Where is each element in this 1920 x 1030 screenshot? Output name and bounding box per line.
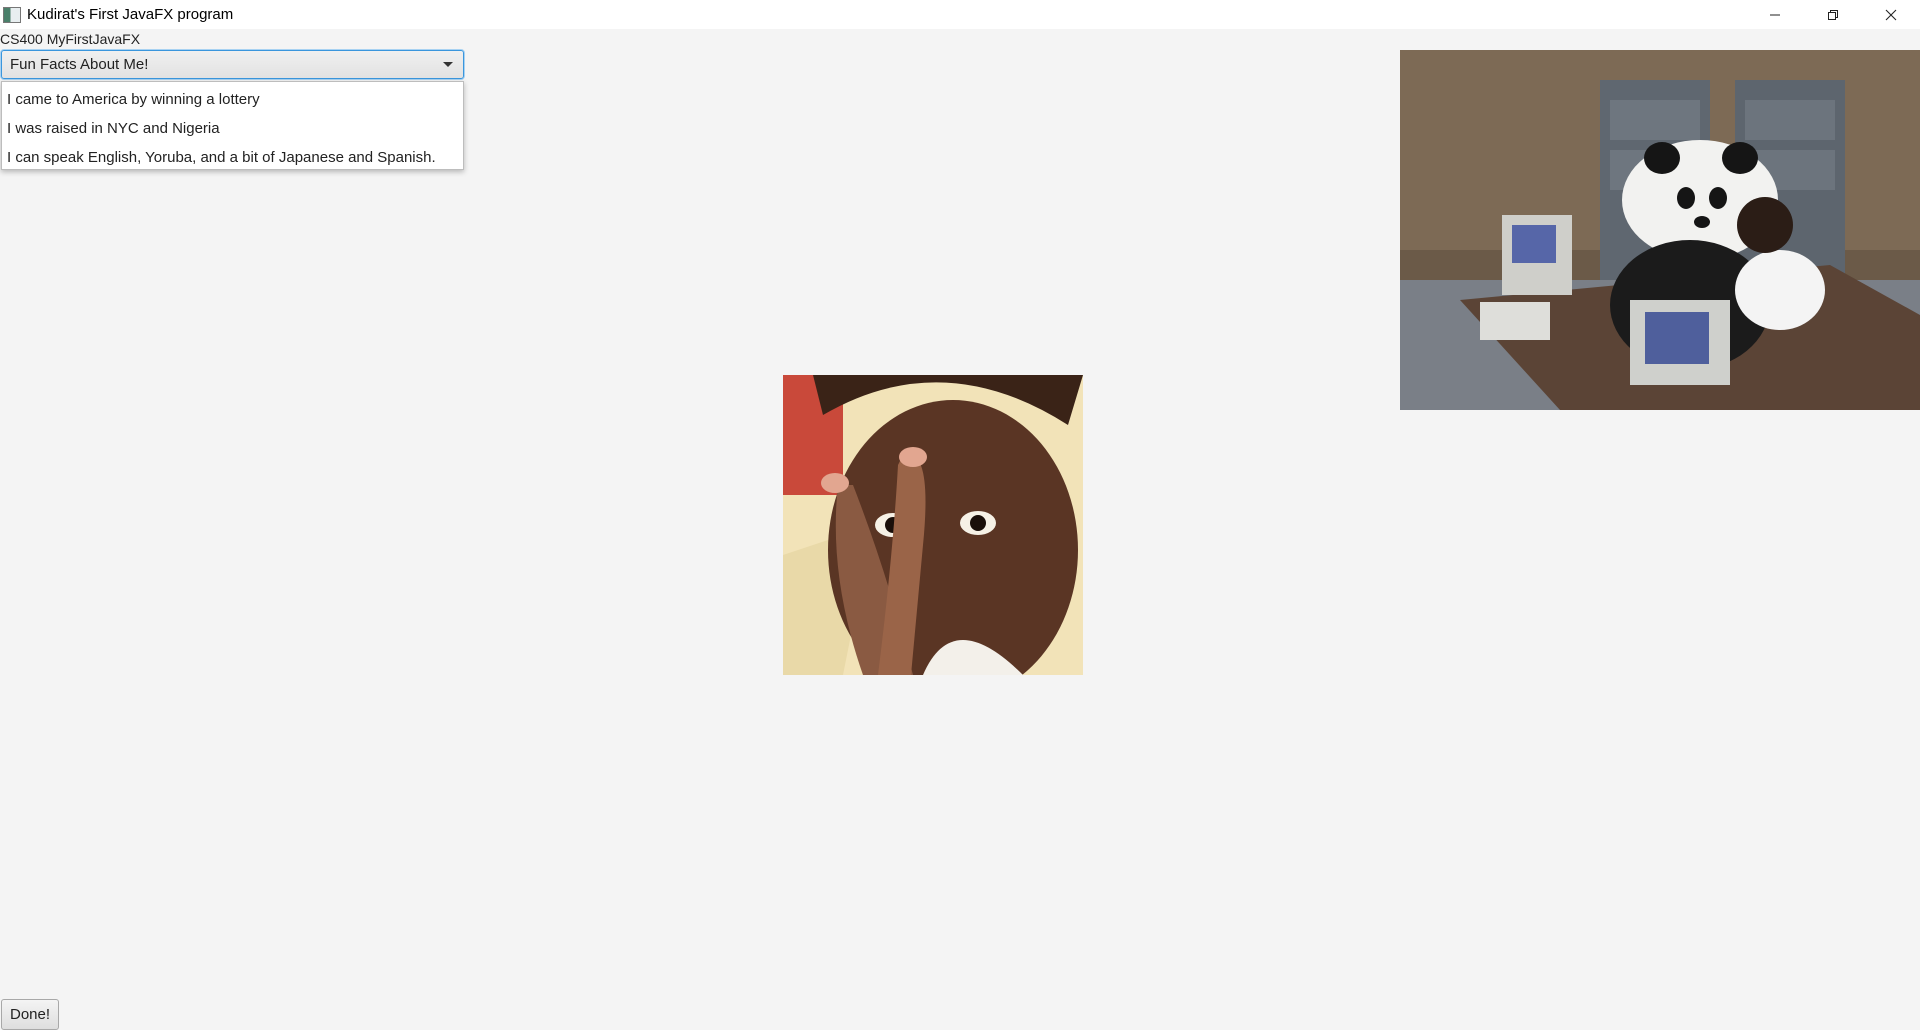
app-window: Kudirat's First JavaFX program CS400 MyF… <box>0 0 1920 1030</box>
done-button[interactable]: Done! <box>1 999 59 1030</box>
restore-button[interactable] <box>1804 0 1862 29</box>
selfie-peace-sign-image <box>783 375 1083 675</box>
java-app-icon <box>3 6 21 23</box>
close-button[interactable] <box>1862 0 1920 29</box>
close-icon <box>1885 9 1897 20</box>
title-bar[interactable]: Kudirat's First JavaFX program <box>0 0 1920 29</box>
combobox-value: Fun Facts About Me! <box>10 56 149 73</box>
chevron-down-icon[interactable] <box>437 50 459 79</box>
window-controls <box>1746 0 1920 29</box>
fun-facts-combobox[interactable]: Fun Facts About Me! <box>1 50 464 79</box>
dropdown-option-languages[interactable]: I can speak English, Yoruba, and a bit o… <box>2 143 463 172</box>
combobox-dropdown-list: I came to America by winning a lottery I… <box>1 81 464 170</box>
dropdown-option-raised[interactable]: I was raised in NYC and Nigeria <box>2 114 463 143</box>
window-title: Kudirat's First JavaFX program <box>27 6 234 23</box>
minimize-button[interactable] <box>1746 0 1804 29</box>
heading-label: CS400 MyFirstJavaFX <box>0 31 141 47</box>
restore-icon <box>1828 9 1838 20</box>
dropdown-option-lottery[interactable]: I came to America by winning a lottery <box>2 85 463 114</box>
panda-office-image <box>1400 50 1920 410</box>
minimize-icon <box>1770 14 1780 15</box>
